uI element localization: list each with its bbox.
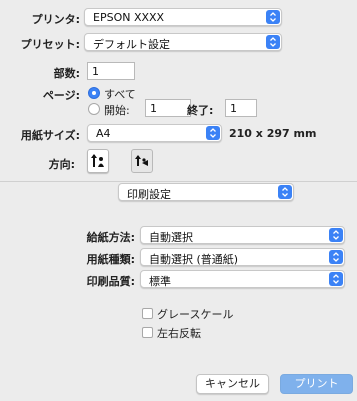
paper-source-label: 給紙方法: bbox=[86, 231, 135, 244]
paper-size-value: A4 bbox=[96, 127, 111, 140]
paper-source-value: 自動選択 bbox=[149, 231, 193, 244]
landscape-orientation-button[interactable] bbox=[131, 149, 153, 173]
section-value: 印刷設定 bbox=[127, 188, 171, 201]
pages-all-label: すべて bbox=[104, 88, 136, 101]
preset-value: デフォルト設定 bbox=[93, 38, 170, 51]
paper-size-label: 用紙サイズ: bbox=[20, 129, 80, 142]
media-type-value: 自動選択 (普通紙) bbox=[149, 253, 239, 266]
mirror-label: 左右反転 bbox=[157, 327, 201, 340]
print-quality-value: 標準 bbox=[149, 275, 171, 288]
divider bbox=[0, 181, 357, 182]
chevron-updown-icon bbox=[266, 10, 280, 24]
copies-value: 1 bbox=[92, 65, 99, 78]
pages-label: ページ: bbox=[42, 89, 80, 102]
orientation-label: 方向: bbox=[48, 158, 75, 171]
mirror-checkbox[interactable] bbox=[142, 327, 153, 338]
printer-value: EPSON XXXX bbox=[93, 11, 165, 24]
chevron-updown-icon bbox=[278, 185, 292, 199]
pages-to-field[interactable]: 1 bbox=[225, 99, 257, 117]
paper-source-popup[interactable]: 自動選択 bbox=[140, 226, 345, 244]
section-popup[interactable]: 印刷設定 bbox=[118, 183, 294, 201]
print-quality-popup[interactable]: 標準 bbox=[140, 270, 345, 288]
pages-to-value: 1 bbox=[230, 102, 237, 115]
chevron-updown-icon bbox=[206, 126, 220, 140]
printer-label: プリンタ: bbox=[31, 13, 80, 26]
landscape-icon bbox=[135, 155, 148, 166]
copies-label: 部数: bbox=[53, 67, 80, 80]
paper-size-popup[interactable]: A4 bbox=[87, 124, 222, 142]
chevron-updown-icon bbox=[329, 250, 343, 264]
portrait-orientation-button[interactable] bbox=[87, 149, 109, 173]
media-type-label: 用紙種類: bbox=[86, 253, 135, 266]
pages-all-radio[interactable] bbox=[88, 87, 100, 99]
portrait-icon bbox=[91, 154, 104, 167]
cancel-button[interactable]: キャンセル bbox=[196, 374, 269, 394]
paper-size-dimensions: 210 x 297 mm bbox=[229, 127, 317, 140]
chevron-updown-icon bbox=[329, 228, 343, 242]
chevron-updown-icon bbox=[329, 272, 343, 286]
print-button[interactable]: プリント bbox=[280, 374, 353, 394]
pages-to-label: 終了: bbox=[187, 104, 214, 117]
copies-field[interactable]: 1 bbox=[87, 62, 135, 80]
preset-popup[interactable]: デフォルト設定 bbox=[84, 33, 282, 51]
preset-label: プリセット: bbox=[20, 38, 80, 51]
pages-range-radio[interactable] bbox=[88, 103, 100, 115]
grayscale-label: グレースケール bbox=[157, 308, 234, 321]
media-type-popup[interactable]: 自動選択 (普通紙) bbox=[140, 248, 345, 266]
pages-from-field[interactable]: 1 bbox=[145, 99, 191, 117]
grayscale-checkbox[interactable] bbox=[142, 308, 153, 319]
printer-popup[interactable]: EPSON XXXX bbox=[84, 8, 282, 26]
print-quality-label: 印刷品質: bbox=[86, 275, 135, 288]
pages-from-label: 開始: bbox=[104, 104, 130, 117]
chevron-updown-icon bbox=[266, 35, 280, 49]
pages-from-value: 1 bbox=[150, 102, 157, 115]
